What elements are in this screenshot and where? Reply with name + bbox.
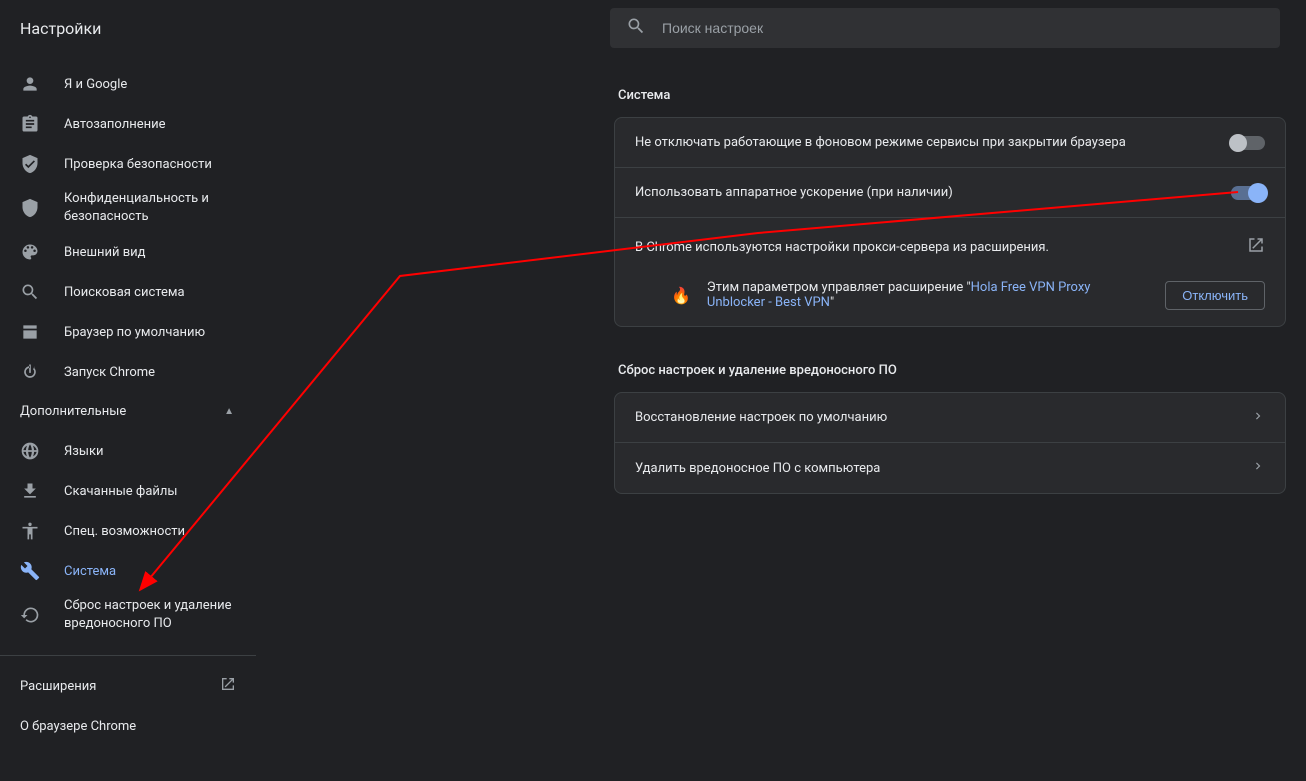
- sidebar-item-label: Браузер по умолчанию: [64, 325, 205, 340]
- sidebar-item-on-startup[interactable]: Запуск Chrome: [0, 352, 256, 392]
- magnify-icon: [20, 282, 40, 302]
- sidebar-item-label: Система: [64, 564, 116, 579]
- about-label: О браузере Chrome: [20, 719, 136, 734]
- row-cleanup[interactable]: Удалить вредоносное ПО с компьютера: [615, 443, 1285, 493]
- wrench-icon: [20, 561, 40, 581]
- sidebar-item-downloads[interactable]: Скачанные файлы: [0, 471, 256, 511]
- palette-icon: [20, 242, 40, 262]
- restore-icon: [20, 605, 40, 625]
- sidebar-item-search-engine[interactable]: Поисковая система: [0, 272, 256, 312]
- row-label: Использовать аппаратное ускорение (при н…: [635, 185, 1215, 200]
- row-restore-defaults[interactable]: Восстановление настроек по умолчанию: [615, 393, 1285, 443]
- row-label: Не отключать работающие в фоновом режиме…: [635, 135, 1215, 150]
- section-title-system: Система: [614, 72, 1286, 117]
- sidebar-item-reset[interactable]: Сброс настроек и удаление вредоносного П…: [0, 591, 256, 639]
- sidebar-item-about[interactable]: О браузере Chrome: [0, 706, 256, 746]
- sidebar-item-languages[interactable]: Языки: [0, 431, 256, 471]
- window-icon: [20, 322, 40, 342]
- sidebar-item-appearance[interactable]: Внешний вид: [0, 232, 256, 272]
- row-proxy-extension-notice: 🔥 Этим параметром управляет расширение "…: [615, 268, 1285, 326]
- sidebar-item-label: Внешний вид: [64, 245, 146, 260]
- sidebar-item-system[interactable]: Система: [0, 551, 256, 591]
- toggle-background-apps[interactable]: [1231, 136, 1265, 150]
- sidebar-item-label: Поисковая система: [64, 285, 185, 300]
- sidebar-item-label: Сброс настроек и удаление вредоносного П…: [64, 597, 256, 632]
- sidebar: Я и Google Автозаполнение Проверка безоп…: [0, 56, 256, 781]
- globe-icon: [20, 441, 40, 461]
- sidebar-item-extensions[interactable]: Расширения: [0, 666, 256, 706]
- sidebar-item-label: Я и Google: [64, 77, 127, 92]
- main-content: Система Не отключать работающие в фоново…: [614, 72, 1286, 514]
- advanced-label: Дополнительные: [20, 404, 126, 419]
- sidebar-item-default-browser[interactable]: Браузер по умолчанию: [0, 312, 256, 352]
- reset-card: Восстановление настроек по умолчанию Уда…: [614, 392, 1286, 494]
- row-label: Восстановление настроек по умолчанию: [635, 410, 1235, 425]
- download-icon: [20, 481, 40, 501]
- sidebar-item-you-and-google[interactable]: Я и Google: [0, 64, 256, 104]
- search-input[interactable]: [662, 20, 1264, 36]
- row-label: В Chrome используются настройки прокси-с…: [635, 240, 1231, 255]
- shield-check-icon: [20, 154, 40, 174]
- row-background-apps: Не отключать работающие в фоновом режиме…: [615, 118, 1285, 168]
- sidebar-item-label: Конфиденциальность и безопасность: [64, 190, 256, 225]
- sidebar-item-privacy[interactable]: Конфиденциальность и безопасность: [0, 184, 256, 232]
- power-icon: [20, 362, 40, 382]
- disable-extension-button[interactable]: Отключить: [1165, 281, 1265, 310]
- section-title-reset: Сброс настроек и удаление вредоносного П…: [614, 347, 1286, 392]
- chevron-right-icon: [1251, 459, 1265, 477]
- person-icon: [20, 74, 40, 94]
- fire-icon: 🔥: [671, 286, 691, 305]
- search-container[interactable]: [610, 8, 1280, 48]
- open-external-icon: [1247, 236, 1265, 258]
- sidebar-item-label: Спец. возможности: [64, 524, 185, 539]
- row-hardware-accel: Использовать аппаратное ускорение (при н…: [615, 168, 1285, 218]
- page-title: Настройки: [20, 19, 610, 38]
- extension-notice-text: Этим параметром управляет расширение "Ho…: [707, 280, 1149, 310]
- sidebar-item-label: Языки: [64, 444, 104, 459]
- open-external-icon: [220, 676, 236, 696]
- clipboard-icon: [20, 114, 40, 134]
- row-label: Удалить вредоносное ПО с компьютера: [635, 461, 1235, 476]
- sidebar-item-label: Запуск Chrome: [64, 365, 155, 380]
- sidebar-advanced-toggle[interactable]: Дополнительные ▲: [0, 392, 256, 431]
- topbar: Настройки: [0, 0, 1306, 56]
- accessibility-icon: [20, 521, 40, 541]
- sidebar-item-safety-check[interactable]: Проверка безопасности: [0, 144, 256, 184]
- sidebar-item-autofill[interactable]: Автозаполнение: [0, 104, 256, 144]
- sidebar-item-label: Проверка безопасности: [64, 157, 212, 172]
- chevron-right-icon: [1251, 409, 1265, 427]
- sidebar-item-label: Автозаполнение: [64, 117, 166, 132]
- toggle-hardware-accel[interactable]: [1231, 186, 1265, 200]
- search-icon: [626, 16, 646, 40]
- row-proxy[interactable]: В Chrome используются настройки прокси-с…: [615, 218, 1285, 268]
- system-card: Не отключать работающие в фоновом режиме…: [614, 117, 1286, 327]
- sidebar-item-label: Скачанные файлы: [64, 484, 178, 499]
- sidebar-item-accessibility[interactable]: Спец. возможности: [0, 511, 256, 551]
- chevron-up-icon: ▲: [224, 406, 234, 417]
- shield-icon: [20, 198, 40, 218]
- extensions-label: Расширения: [20, 679, 96, 694]
